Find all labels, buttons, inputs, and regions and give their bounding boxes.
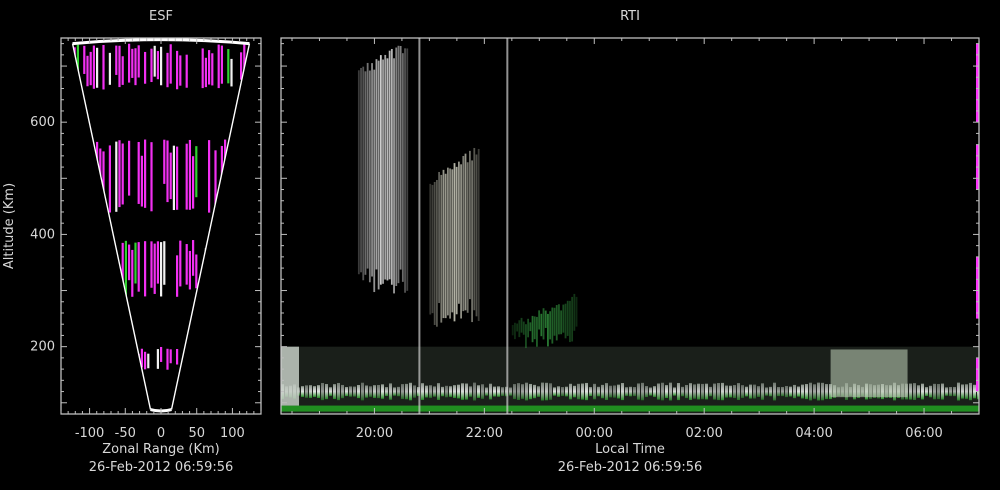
esf-x-tick-label: 0 xyxy=(157,426,165,441)
rti-x-tick-label: 02:00 xyxy=(685,426,722,441)
rti-x-tick-label: 20:00 xyxy=(356,426,393,441)
esf-timestamp: 26-Feb-2012 06:59:56 xyxy=(89,460,234,475)
esf-fan xyxy=(71,38,251,413)
esf-y-axis: 200 400 600 xyxy=(30,43,261,404)
esf-x-tick-label: -50 xyxy=(115,426,136,441)
esf-x-label: Zonal Range (Km) xyxy=(102,442,219,457)
esf-panel: ESF -100 -50 0 50 100 200 400 600 Altitude (Km… xyxy=(2,9,262,475)
esf-y-tick-label: 600 xyxy=(30,115,55,130)
rti-green-layer xyxy=(281,405,979,412)
esf-x-tick-label: 50 xyxy=(188,426,205,441)
rti-x-tick-label: 04:00 xyxy=(795,426,832,441)
rti-timestamp: 26-Feb-2012 06:59:56 xyxy=(558,460,703,475)
rti-plume-2 xyxy=(429,147,480,327)
rti-data xyxy=(281,38,979,414)
esf-echo-bands xyxy=(72,43,249,371)
esf-y-label: Altitude (Km) xyxy=(2,183,17,269)
rti-data-gap xyxy=(418,38,421,414)
esf-x-axis: -100 -50 0 50 100 xyxy=(60,38,262,441)
rti-data-gap xyxy=(506,38,509,414)
rti-x-label: Local Time xyxy=(595,442,665,457)
esf-title: ESF xyxy=(149,9,173,24)
rti-plume-3 xyxy=(511,293,578,349)
esf-fan-edge-right xyxy=(170,43,251,410)
figure-canvas: ESF -100 -50 0 50 100 200 400 600 Altitude (Km… xyxy=(2,9,980,475)
rti-x-tick-label: 22:00 xyxy=(466,426,503,441)
esf-y-tick-label: 200 xyxy=(30,340,55,355)
esf-x-tick-label: -100 xyxy=(75,426,105,441)
rti-x-tick-label: 06:00 xyxy=(905,426,942,441)
esf-fan-edge-left xyxy=(71,43,152,410)
rti-x-tick-label: 00:00 xyxy=(576,426,613,441)
rti-title: RTI xyxy=(620,9,640,24)
rti-right-bright-block xyxy=(830,349,908,398)
rti-plume-1 xyxy=(357,45,409,294)
rti-left-bright-block xyxy=(281,346,299,406)
rti-panel: RTI 20:00 22:00 00:00 02:00 04:00 06:00 Local… xyxy=(280,9,980,475)
esf-x-tick-label: 100 xyxy=(220,426,245,441)
esf-y-tick-label: 400 xyxy=(30,227,55,242)
